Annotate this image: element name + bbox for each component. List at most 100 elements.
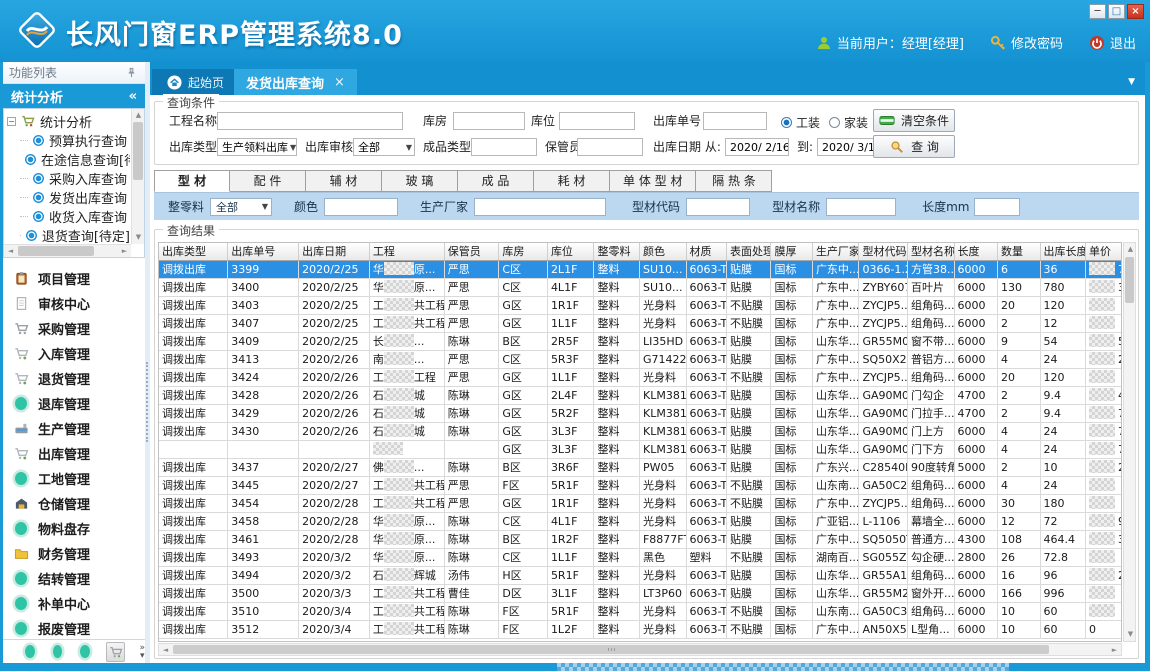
table-row[interactable]: 调拨出库34302020/2/26石城陈琳G区3L3F整料KLM38176063… — [159, 422, 1122, 440]
column-header[interactable]: 型材代码 — [859, 243, 908, 260]
material-tab-3[interactable]: 辅 材 — [306, 170, 382, 192]
column-header[interactable]: 型材名称 — [908, 243, 955, 260]
tree-expander-icon[interactable]: − — [7, 117, 16, 126]
logout-button[interactable]: 退出 — [1089, 33, 1136, 52]
column-header[interactable]: 生产厂家 — [812, 243, 859, 260]
sidebar-item-6[interactable]: 退库管理 — [3, 391, 145, 416]
sidebar-section-header[interactable]: 统计分析 « — [3, 84, 145, 108]
table-row[interactable]: 调拨出库34072020/2/25工共工程严思G区1L1F整料光身料6063-T… — [159, 314, 1122, 332]
profile-name-input[interactable] — [826, 198, 896, 216]
table-row[interactable]: 调拨出库34092020/2/25长...陈琳B区2R5F整料LI35HD606… — [159, 332, 1122, 350]
table-row[interactable]: 调拨出库34032020/2/25工共工程严思G区1R1F整料光身料6063-T… — [159, 296, 1122, 314]
warehouse-input[interactable] — [453, 112, 525, 130]
maximize-button[interactable]: □ — [1108, 4, 1125, 19]
sidebar-item-3[interactable]: 采购管理 — [3, 316, 145, 341]
column-header[interactable]: 库房 — [499, 243, 548, 260]
column-header[interactable]: 材质 — [686, 243, 726, 260]
column-header[interactable]: 单价 — [1086, 243, 1122, 260]
table-row[interactable]: 调拨出库35102020/3/4工共工程陈琳F区5R1F整料光身料6063-T5… — [159, 602, 1122, 620]
column-header[interactable]: 出库单号 — [228, 243, 299, 260]
sidebar-item-11[interactable]: 物料盘存 — [3, 516, 145, 541]
tree-root[interactable]: − 统计分析 — [6, 111, 130, 131]
sidebar-item-13[interactable]: 结转管理 — [3, 566, 145, 591]
module-dot-icon[interactable] — [25, 645, 35, 658]
manufacturer-input[interactable] — [474, 198, 606, 216]
column-header[interactable]: 工程 — [369, 243, 444, 260]
tree-item[interactable]: 采购入库查询 — [6, 169, 130, 188]
table-row[interactable]: 调拨出库34242020/2/26工工程严思G区1L1F整料光身料6063-T5… — [159, 368, 1122, 386]
radio-gongzhuang[interactable]: 工装 — [781, 114, 820, 131]
material-tab-8[interactable]: 隔 热 条 — [696, 170, 772, 192]
product-type-input[interactable] — [471, 138, 537, 156]
column-header[interactable]: 颜色 — [639, 243, 686, 260]
date-from-picker[interactable]: 2020/ 2/16▼ — [725, 138, 789, 156]
table-vertical-scrollbar[interactable]: ▲ ▼ — [1123, 242, 1136, 642]
tab-home[interactable]: 起始页 — [152, 69, 238, 95]
table-row[interactable]: 调拨出库34292020/2/26石城陈琳G区5R2F整料KLM38176063… — [159, 404, 1122, 422]
column-header[interactable]: 库位 — [547, 243, 594, 260]
column-header[interactable]: 膜厚 — [771, 243, 812, 260]
column-header[interactable]: 长度 — [954, 243, 998, 260]
tab-shipping-outbound-query[interactable]: 发货出库查询 × — [234, 69, 357, 95]
table-row[interactable]: 调拨出库34452020/2/27工共工程严思F区5R1F整料光身料6063-T… — [159, 476, 1122, 494]
column-header[interactable]: 出库日期 — [299, 243, 370, 260]
material-tab-4[interactable]: 玻 璃 — [382, 170, 458, 192]
keeper-input[interactable] — [577, 138, 643, 156]
audit-select[interactable]: 全部▼ — [353, 138, 415, 156]
change-password-button[interactable]: 修改密码 — [990, 33, 1063, 52]
profile-code-input[interactable] — [686, 198, 750, 216]
material-tab-1[interactable]: 型 材 — [154, 170, 230, 192]
column-header[interactable]: 整零料 — [594, 243, 640, 260]
project-name-input[interactable] — [217, 112, 403, 130]
module-dot-icon[interactable] — [80, 645, 90, 658]
table-row[interactable]: 调拨出库34612020/2/28华原...陈琳B区1R2F整料F8877FT6… — [159, 530, 1122, 548]
sidebar-item-4[interactable]: 入库管理 — [3, 341, 145, 366]
order-no-input[interactable] — [703, 112, 767, 130]
table-row[interactable]: 调拨出库33992020/2/25华原...严思C区2L1F整料SU10...6… — [159, 260, 1122, 278]
column-header[interactable]: 数量 — [998, 243, 1040, 260]
sidebar-item-2[interactable]: 审核中心 — [3, 291, 145, 316]
material-tab-2[interactable]: 配 件 — [230, 170, 306, 192]
table-row[interactable]: 调拨出库34582020/2/28华原...陈琳C区4L1F整料光身料6063-… — [159, 512, 1122, 530]
color-input[interactable] — [324, 198, 398, 216]
table-row[interactable]: 调拨出库35002020/3/3工共工程曹佳D区3L1F整料LT3P606063… — [159, 584, 1122, 602]
tree-vertical-scrollbar[interactable]: ▲ ▼ — [131, 109, 144, 244]
sidebar-item-7[interactable]: 生产管理 — [3, 416, 145, 441]
sidebar-item-9[interactable]: 工地管理 — [3, 466, 145, 491]
search-button[interactable]: 查 询 — [873, 135, 955, 158]
table-row[interactable]: 调拨出库34002020/2/25华原...严思C区4L1F整料SU10...6… — [159, 278, 1122, 296]
radio-jiazhuang[interactable]: 家装 — [829, 114, 868, 131]
material-tab-5[interactable]: 成 品 — [458, 170, 534, 192]
table-row[interactable]: 调拨出库34942020/3/2石辉城汤伟H区5R1F整料光身料6063-T5贴… — [159, 566, 1122, 584]
out-type-select[interactable]: 生产领料出库▼ — [217, 138, 297, 156]
table-row[interactable]: 调拨出库34372020/2/27佛...陈琳B区3R6F整料PW056063-… — [159, 458, 1122, 476]
column-header[interactable]: 表面处理 — [726, 243, 771, 260]
table-row[interactable]: 调拨出库34542020/2/28工共工程严思G区1R1F整料光身料6063-T… — [159, 494, 1122, 512]
location-input[interactable] — [559, 112, 635, 130]
clear-conditions-button[interactable]: 清空条件 — [873, 109, 955, 132]
sidebar-item-15[interactable]: 报废管理 — [3, 616, 145, 639]
minimize-button[interactable]: ─ — [1089, 4, 1106, 19]
tree-item[interactable]: 在途信息查询[待 — [6, 150, 130, 169]
tab-list-caret-icon[interactable]: ▼ — [1128, 77, 1135, 87]
table-row[interactable]: G区3L3F整料KLM38176063-T5贴膜国标山东华...GA90M09.… — [159, 440, 1122, 458]
tree-item[interactable]: 发货出库查询 — [6, 188, 130, 207]
table-row[interactable]: 调拨出库35122020/3/4工共工程陈琳F区1L2F整料光身料6063-T5… — [159, 620, 1122, 638]
tree-item[interactable]: 退货查询[待定] — [6, 226, 130, 243]
tree-horizontal-scrollbar[interactable]: ◄ ► — [4, 244, 131, 257]
sidebar-splitter[interactable] — [145, 62, 150, 663]
material-tab-6[interactable]: 耗 材 — [534, 170, 610, 192]
sidebar-item-5[interactable]: 退货管理 — [3, 366, 145, 391]
module-dot-icon[interactable] — [53, 645, 63, 658]
close-button[interactable]: × — [1127, 4, 1144, 19]
column-header[interactable]: 保管员 — [444, 243, 499, 260]
table-horizontal-scrollbar[interactable]: ◄ ► — [158, 643, 1122, 656]
pin-icon[interactable] — [123, 65, 139, 81]
cart-module-button[interactable] — [106, 642, 126, 662]
sidebar-item-12[interactable]: 财务管理 — [3, 541, 145, 566]
date-to-picker[interactable]: 2020/ 3/16▼ — [817, 138, 881, 156]
sidebar-item-10[interactable]: 仓储管理 — [3, 491, 145, 516]
collapse-icon[interactable]: « — [129, 89, 137, 104]
sidebar-item-1[interactable]: 项目管理 — [3, 266, 145, 291]
tree-item[interactable]: 预算执行查询 — [6, 131, 130, 150]
